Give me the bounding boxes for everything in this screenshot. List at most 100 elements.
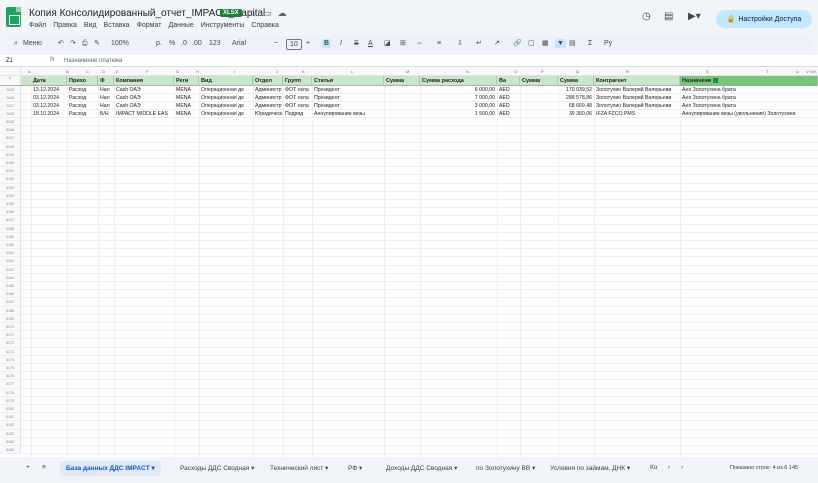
sheet-tab-loans[interactable]: Условия по займам, ДНК ▾ [550, 464, 630, 472]
column-header[interactable]: Вид [199, 76, 253, 86]
empty-row[interactable]: 6162 [0, 257, 818, 266]
table-cell[interactable]: Cash ОАЭ [114, 86, 174, 94]
column-header[interactable]: Отдел [253, 76, 283, 86]
empty-row[interactable]: 6181 [0, 413, 818, 422]
empty-row[interactable]: 6150 [0, 159, 818, 168]
row-number[interactable]: 6170 [0, 323, 21, 331]
table-cell[interactable]: Президент [312, 102, 384, 110]
empty-row[interactable]: 6163 [0, 265, 818, 274]
row-number[interactable]: 1 [0, 76, 21, 85]
row-number[interactable]: 6150 [0, 159, 21, 167]
table-cell[interactable]: AED [497, 102, 520, 110]
column-header[interactable]: Сумма [384, 76, 420, 86]
empty-row[interactable]: 6172 [0, 339, 818, 348]
row-number[interactable]: 6172 [0, 339, 21, 347]
row-number[interactable]: 6173 [0, 347, 21, 355]
move-folder-icon[interactable]: ▭ [263, 8, 272, 19]
table-cell[interactable]: MENA [174, 94, 199, 102]
row-number[interactable]: 6180 [0, 405, 21, 413]
empty-row[interactable]: 6153 [0, 183, 818, 192]
table-cell[interactable]: ФОТ окла [283, 86, 312, 94]
all-sheets-icon[interactable]: ≡ [42, 464, 46, 471]
table-cell[interactable]: Администр [253, 94, 283, 102]
row-number[interactable]: 6185 [0, 446, 21, 454]
sheet-tab-rf[interactable]: РФ ▾ [348, 464, 362, 472]
column-header[interactable]: Прихо [67, 76, 98, 86]
row-number[interactable]: 6174 [0, 355, 21, 363]
table-cell[interactable]: 03.12.2024 [31, 102, 67, 110]
column-letter[interactable]: K [302, 69, 305, 74]
table-cell[interactable]: AED [497, 86, 520, 94]
table-cell[interactable]: 1 500,00 [420, 110, 497, 118]
table-cell[interactable]: Администр [253, 102, 283, 110]
row-number[interactable]: 6159 [0, 232, 21, 240]
empty-row[interactable]: 6159 [0, 232, 818, 241]
table-cell[interactable]: Операционная де [199, 102, 253, 110]
font-select[interactable]: Arial [232, 39, 246, 48]
scroll-tabs-left-icon[interactable]: ‹ [668, 464, 670, 471]
column-letter[interactable]: E [116, 69, 119, 74]
column-header[interactable]: Сумма [520, 76, 558, 86]
column-letter[interactable]: M [406, 69, 409, 74]
empty-row[interactable]: 6178 [0, 388, 818, 397]
row-number[interactable]: 6154 [0, 191, 21, 199]
table-cell[interactable] [520, 94, 558, 102]
column-letter[interactable]: B [66, 69, 69, 74]
comments-icon[interactable]: ▤ [664, 11, 673, 22]
row-number[interactable]: 6175 [0, 364, 21, 372]
scroll-tabs-right-icon[interactable]: › [681, 464, 683, 471]
row-number[interactable]: 6151 [0, 167, 21, 175]
table-cell[interactable]: Золотухин Валерий Валерьеви [594, 102, 680, 110]
fill-color-icon[interactable]: ◪ [384, 39, 391, 48]
input-tools-icon[interactable]: Ру [604, 39, 612, 48]
table-cell[interactable]: MENA [174, 86, 199, 94]
sheet-tab-more[interactable]: Ко [650, 464, 657, 471]
decrease-decimals-button[interactable]: .0 [181, 39, 187, 48]
table-cell[interactable]: Расход [67, 94, 98, 102]
column-letter[interactable]: R [626, 69, 629, 74]
filter-views-icon[interactable]: ▤ [569, 39, 576, 48]
menu-format[interactable]: Формат [137, 22, 162, 29]
empty-row[interactable]: 6176 [0, 372, 818, 381]
row-number[interactable]: 6163 [0, 265, 21, 273]
table-cell[interactable]: 6 000,00 [420, 86, 497, 94]
row-number[interactable]: 6181 [0, 413, 21, 421]
row-number[interactable]: 6165 [0, 282, 21, 290]
share-button[interactable]: 🔒 Настройки Доступа [716, 10, 812, 28]
undo-icon[interactable]: ↶ [58, 39, 64, 48]
table-cell[interactable]: ФОТ окла [283, 94, 312, 102]
vertical-align-icon[interactable]: ⇩ [457, 39, 463, 48]
row-number[interactable]: 6166 [0, 290, 21, 298]
column-letter[interactable]: S [706, 69, 709, 74]
table-cell[interactable]: IMPACT MIDDLE EAS [114, 110, 174, 118]
sheet-tab-expenses[interactable]: Расходы ДДС Сводная ▾ [180, 464, 254, 472]
table-cell[interactable]: 3 000,00 [420, 102, 497, 110]
insert-comment-icon[interactable]: ▢ [528, 39, 535, 48]
column-letter[interactable]: N [466, 69, 469, 74]
row-number[interactable]: 6156 [0, 208, 21, 216]
row-number[interactable]: 6158 [0, 224, 21, 232]
row-number[interactable]: 2418 [0, 110, 21, 117]
add-sheet-icon[interactable]: + [26, 464, 30, 471]
column-letter[interactable]: U [796, 69, 799, 74]
empty-row[interactable]: 6182 [0, 421, 818, 430]
table-cell[interactable]: Cash ОАЭ [114, 102, 174, 110]
empty-row[interactable]: 6173 [0, 347, 818, 356]
column-letter[interactable]: X [814, 69, 817, 74]
insert-link-icon[interactable]: 🔗 [513, 39, 522, 48]
bold-button[interactable]: B [322, 39, 332, 48]
empty-row[interactable]: 6165 [0, 282, 818, 291]
empty-row[interactable]: 6167 [0, 298, 818, 307]
empty-row[interactable]: 6145 [0, 118, 818, 127]
table-cell[interactable] [520, 102, 558, 110]
menu-tools[interactable]: Инструменты [201, 22, 245, 29]
table-cell[interactable]: Расход [67, 102, 98, 110]
borders-icon[interactable]: ⊞ [400, 39, 406, 48]
empty-row[interactable]: 6170 [0, 323, 818, 332]
empty-row[interactable]: 6161 [0, 249, 818, 258]
row-number[interactable]: 6176 [0, 372, 21, 380]
empty-row[interactable]: 6146 [0, 126, 818, 135]
menu-edit[interactable]: Правка [53, 22, 77, 29]
history-icon[interactable]: ◷ [642, 11, 651, 22]
table-cell[interactable]: Aня Золотухина брата [680, 102, 818, 110]
